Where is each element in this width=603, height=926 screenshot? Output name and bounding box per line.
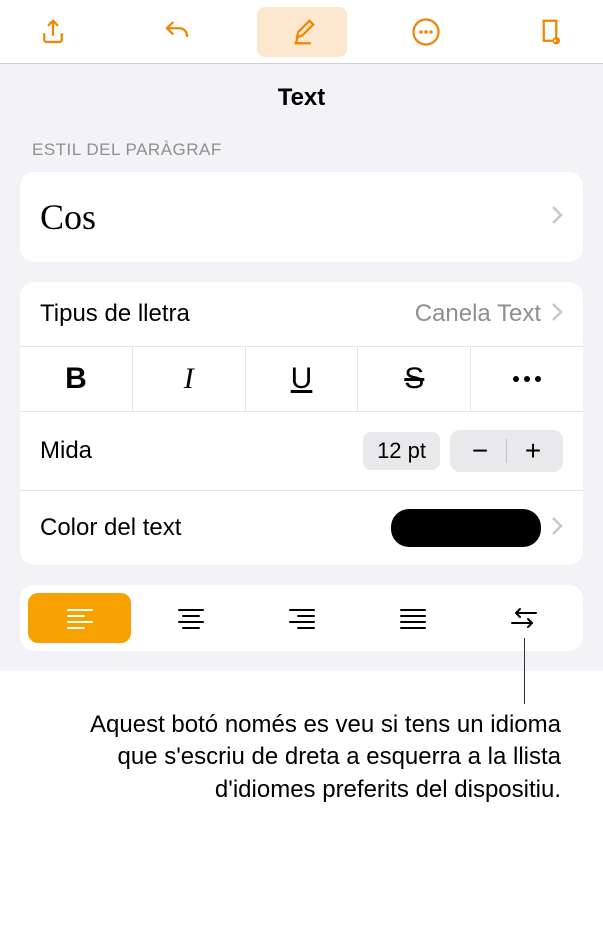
text-style-row: B I U S [20,347,583,412]
font-row[interactable]: Tipus de lletra Canela Text [20,282,583,347]
size-decrease-button[interactable]: − [454,431,506,471]
align-center-button[interactable] [139,593,242,643]
size-row: Mida 12 pt − + [20,412,583,491]
size-stepper: − + [450,430,563,472]
chevron-right-icon [551,516,563,541]
format-brush-button[interactable] [257,7,347,57]
top-toolbar [0,0,603,64]
size-label: Mida [40,437,92,465]
strikethrough-button[interactable]: S [358,347,471,411]
more-button[interactable] [381,7,471,57]
underline-button[interactable]: U [246,347,359,411]
callout: Aquest botó només es veu si tens un idio… [0,683,603,806]
paragraph-style-label: ESTIL DEL PARÀGRAF [0,140,603,172]
more-text-options-button[interactable] [471,347,583,411]
align-left-button[interactable] [28,593,131,643]
callout-leader-line [524,638,525,704]
bold-button[interactable]: B [20,347,133,411]
undo-button[interactable] [132,7,222,57]
document-view-button[interactable] [505,7,595,57]
paragraph-style-name: Cos [40,196,96,238]
callout-text: Aquest botó només es veu si tens un idio… [0,683,603,806]
size-increase-button[interactable]: + [507,431,559,471]
font-card: Tipus de lletra Canela Text B I U S Mida… [20,282,583,565]
chevron-right-icon [551,205,563,230]
share-button[interactable] [8,7,98,57]
text-color-row[interactable]: Color del text [20,491,583,565]
font-value: Canela Text [415,300,541,328]
text-direction-button[interactable] [472,593,575,643]
italic-button[interactable]: I [133,347,246,411]
paragraph-style-card: Cos [20,172,583,262]
ellipsis-icon [513,376,541,382]
align-justify-button[interactable] [361,593,464,643]
text-color-label: Color del text [40,514,181,542]
align-right-button[interactable] [250,593,353,643]
paragraph-style-row[interactable]: Cos [20,172,583,262]
text-color-swatch[interactable] [391,509,541,547]
size-value-box[interactable]: 12 pt [363,432,440,470]
format-panel: Text ESTIL DEL PARÀGRAF Cos Tipus de lle… [0,64,603,671]
panel-title: Text [0,64,603,140]
font-label: Tipus de lletra [40,300,190,328]
chevron-right-icon [551,302,563,327]
alignment-card [20,585,583,651]
